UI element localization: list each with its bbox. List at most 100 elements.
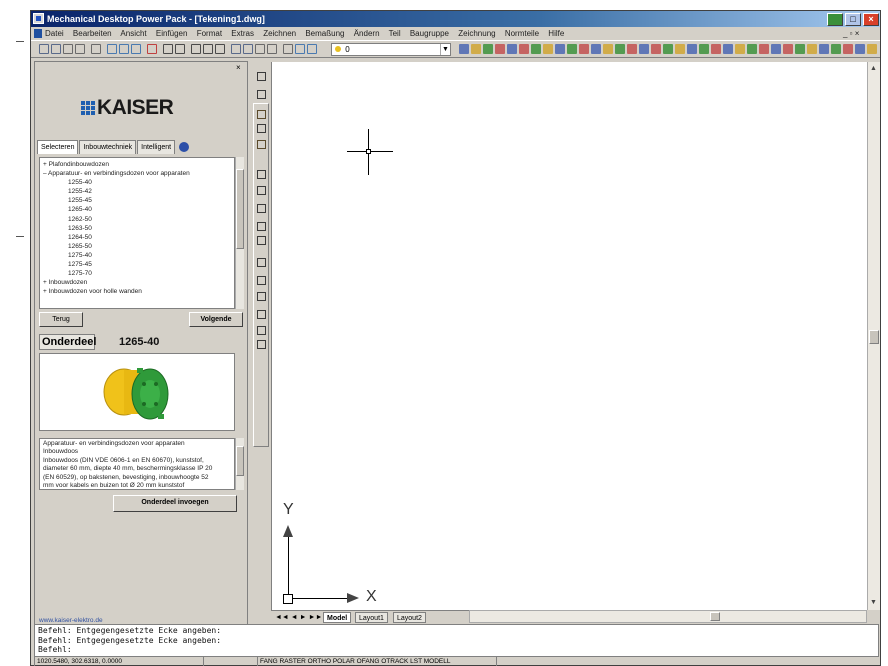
vertical-tool-icon[interactable] [257,186,266,195]
tree-item[interactable]: 1255-45 [43,196,231,205]
tree-item[interactable]: 1255-40 [43,178,231,187]
menu-item-baugruppe[interactable]: Baugruppe [410,29,449,38]
toolbar-tool-icon[interactable] [459,44,469,54]
vertical-tool-icon[interactable] [257,326,266,335]
tree-scrollbar[interactable] [235,157,244,309]
toolbar-tool-icon[interactable] [39,44,49,54]
tree-item[interactable]: 1275-70 [43,269,231,278]
toolbar-tool-icon[interactable] [771,44,781,54]
vertical-tool-icon[interactable] [257,340,266,349]
toolbar-tool-icon[interactable] [495,44,505,54]
toolbar-tool-icon[interactable] [567,44,577,54]
tree-item[interactable]: 1264-50 [43,233,231,242]
toolbar-tool-icon[interactable] [75,44,85,54]
drafting-mode-toggles[interactable]: FANG RASTER ORTHO POLAR OFANG OTRACK LST… [257,657,497,666]
menu-item-format[interactable]: Format [197,29,222,38]
toolbar-tool-icon[interactable] [579,44,589,54]
h-scroll-thumb[interactable] [710,612,720,621]
toolbar-tool-icon[interactable] [507,44,517,54]
vertical-tool-icon[interactable] [257,124,266,133]
toolbar-tool-icon[interactable] [555,44,565,54]
toolbar-tool-icon[interactable] [783,44,793,54]
toolbar-tool-icon[interactable] [215,44,225,54]
menu-item-hilfe[interactable]: Hilfe [548,29,564,38]
tab-intelligent[interactable]: Intelligent [137,140,176,154]
drawing-canvas[interactable] [271,62,867,610]
vertical-tool-icon[interactable] [257,72,266,81]
tree-scroll-thumb[interactable] [236,169,244,249]
toolbar-tool-icon[interactable] [855,44,865,54]
toolbar-tool-icon[interactable] [543,44,553,54]
document-window-controls[interactable]: _ ▫ × [843,27,859,40]
help-icon[interactable] [178,141,189,152]
vertical-tool-icon[interactable] [257,140,266,149]
toolbar-tool-icon[interactable] [131,44,141,54]
menu-item-ansicht[interactable]: Ansicht [120,29,146,38]
toolbar-tool-icon[interactable] [663,44,673,54]
canvas-scroll-thumb[interactable] [869,330,879,344]
toolbar-tool-icon[interactable] [283,44,293,54]
toolbar-tool-icon[interactable] [471,44,481,54]
close-button[interactable]: × [863,13,879,26]
menu-item-aendern[interactable]: Ändern [354,29,380,38]
menu-item-extras[interactable]: Extras [231,29,254,38]
toolbar-tool-icon[interactable] [675,44,685,54]
toolbar-tool-icon[interactable] [91,44,101,54]
toolbar-tool-icon[interactable] [711,44,721,54]
menu-item-bearbeiten[interactable]: Bearbeiten [73,29,112,38]
toolbar-tool-icon[interactable] [147,44,157,54]
canvas-vertical-scrollbar[interactable]: ▲ ▼ [867,62,880,610]
toolbar-tool-icon[interactable] [307,44,317,54]
tab-selecteren[interactable]: Selecteren [37,140,79,154]
tab-layout2[interactable]: Layout2 [393,612,426,623]
toolbar-tool-icon[interactable] [687,44,697,54]
toolbar-tool-icon[interactable] [699,44,709,54]
menu-item-datei[interactable]: Datei [45,29,64,38]
tab-layout1[interactable]: Layout1 [355,612,388,623]
product-tree[interactable]: + Plafondinbouwdozen – Apparatuur- en ver… [39,157,235,309]
kaiser-website-link[interactable]: www.kaiser-elektro.de [39,617,103,624]
toolbar-tool-icon[interactable] [163,44,173,54]
toolbar-tool-icon[interactable] [735,44,745,54]
toolbar-tool-icon[interactable] [255,44,265,54]
toolbar-tool-icon[interactable] [51,44,61,54]
toolbar-tool-icon[interactable] [639,44,649,54]
toolbar-tool-icon[interactable] [819,44,829,54]
vertical-tool-icon[interactable] [257,170,266,179]
menu-item-normteile[interactable]: Normteile [505,29,539,38]
tree-item[interactable]: 1265-40 [43,205,231,214]
vertical-tool-icon[interactable] [257,90,266,99]
back-button[interactable]: Terug [39,312,83,327]
menu-item-bemassung[interactable]: Bemaßung [305,29,344,38]
toolbar-tool-icon[interactable] [531,44,541,54]
vertical-tool-icon[interactable] [257,222,266,231]
minimize-button[interactable] [827,13,843,26]
insert-part-button[interactable]: Onderdeel invoegen [113,495,237,512]
layer-dropdown[interactable]: 0 ▼ [331,43,451,56]
vertical-tool-icon[interactable] [257,292,266,301]
toolbar-tool-icon[interactable] [175,44,185,54]
tree-item[interactable]: + Inbouwdozen voor holle wanden [43,287,231,296]
vertical-tool-icon[interactable] [257,276,266,285]
canvas-horizontal-scrollbar[interactable] [469,610,867,623]
toolbar-tool-icon[interactable] [591,44,601,54]
toolbar-tool-icon[interactable] [119,44,129,54]
toolbar-tool-icon[interactable] [807,44,817,54]
toolbar-tool-icon[interactable] [867,44,877,54]
tree-item[interactable]: 1265-50 [43,242,231,251]
tree-item[interactable]: + Inbouwdozen [43,278,231,287]
toolbar-tool-icon[interactable] [795,44,805,54]
toolbar-tool-icon[interactable] [603,44,613,54]
tree-item[interactable]: 1262-50 [43,215,231,224]
toolbar-tool-icon[interactable] [759,44,769,54]
toolbar-tool-icon[interactable] [723,44,733,54]
menu-item-zeichnen[interactable]: Zeichnen [263,29,296,38]
toolbar-tool-icon[interactable] [231,44,241,54]
vertical-tool-icon[interactable] [257,310,266,319]
menu-item-zeichnung[interactable]: Zeichnung [458,29,495,38]
toolbar-tool-icon[interactable] [63,44,73,54]
vertical-tool-icon[interactable] [257,236,266,245]
toolbar-tool-icon[interactable] [243,44,253,54]
toolbar-tool-icon[interactable] [519,44,529,54]
tree-item[interactable]: 1275-45 [43,260,231,269]
